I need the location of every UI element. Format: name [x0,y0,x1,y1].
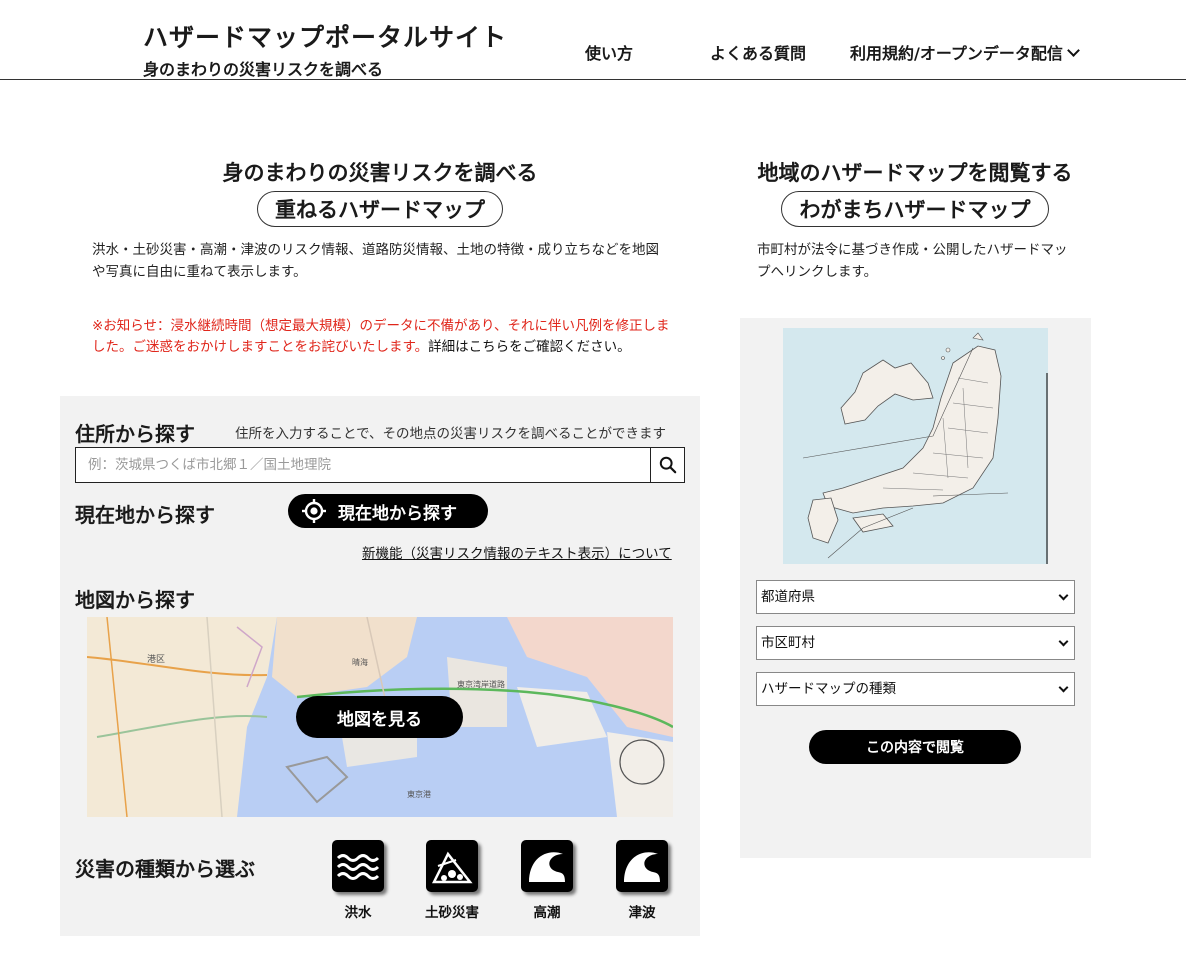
map-search-label: 地図から探す [75,588,195,612]
local-hazard-map-title[interactable]: わがまちハザードマップ [781,191,1049,227]
japan-map[interactable] [783,328,1048,564]
hazard-landslide[interactable]: 土砂災害 [412,840,492,921]
data-notice: ※お知らせ：浸水継続時間（想定最大規模）のデータに不備があり、それに伴い凡例を修… [92,316,672,358]
map-label-port: 東京港 [407,789,431,799]
nav-terms-opendata[interactable]: 利用規約/オープンデータ配信 [850,40,1080,64]
map-label-minato: 港区 [147,653,165,665]
overlay-hazard-map-title[interactable]: 重ねるハザードマップ [257,191,503,227]
map-label-wangan: 東京湾岸道路 [457,679,505,689]
right-heading: 地域のハザードマップを閲覧する [757,161,1073,185]
gps-search-label: 現在地から探す [75,503,215,527]
hazard-tsunami-label: 津波 [628,905,656,921]
left-description: 洪水・土砂災害・高潮・津波のリスク情報、道路防災情報、土地の特徴・成り立ちなどを… [92,242,659,280]
tsunami-icon [616,840,668,892]
view-map-button[interactable]: 地図を見る [296,696,463,738]
current-location-button[interactable]: 現在地から探す [288,494,488,528]
flood-icon [332,840,384,892]
search-icon [659,456,676,474]
japan-map-image [783,328,1048,564]
address-search-button[interactable] [650,447,685,483]
address-search-label: 住所から探す [75,422,195,446]
site-header: ハザードマップポータルサイト 身のまわりの災害リスクを調べる 使い方 よくある質… [0,0,1186,80]
hazard-landslide-label: 土砂災害 [425,905,479,921]
address-search-hint: 住所を入力することで、その地点の災害リスクを調べることができます [235,426,667,442]
landslide-icon [426,840,478,892]
map-label-harumi: 晴海 [352,657,368,667]
hazard-storm-surge-label: 高潮 [533,905,561,921]
current-location-button-label: 現在地から探す [338,503,457,524]
prefecture-select[interactable]: 都道府県 [756,580,1075,614]
nav-how-to-use[interactable]: 使い方 [585,40,633,64]
left-heading: 身のまわりの災害リスクを調べる [222,161,538,185]
new-feature-link[interactable]: 新機能（災害リスク情報のテキスト表示）について [362,542,672,562]
site-subtitle: 身のまわりの災害リスクを調べる [143,60,384,79]
hazard-flood[interactable]: 洪水 [318,840,398,921]
nav-faq[interactable]: よくある質問 [710,40,806,64]
nav-terms-label: 利用規約/オープンデータ配信 [850,44,1063,63]
municipality-select[interactable]: 市区町村 [756,626,1075,660]
hazard-type-label: 災害の種類から選ぶ [75,857,255,881]
hazard-flood-label: 洪水 [344,905,372,921]
view-with-selection-button[interactable]: この内容で閲覧 [809,730,1021,764]
notice-detail-link[interactable]: 詳細はこちらをご確認ください。 [428,339,631,355]
hazard-map-type-select[interactable]: ハザードマップの種類 [756,672,1075,706]
chevron-down-icon [1067,44,1080,57]
hazard-storm-surge[interactable]: 高潮 [507,840,587,921]
hazard-tsunami[interactable]: 津波 [602,840,682,921]
location-target-icon [302,499,326,523]
storm-surge-icon [521,840,573,892]
address-search-input[interactable] [75,447,651,483]
site-title[interactable]: ハザードマップポータルサイト [143,18,507,54]
right-description: 市町村が法令に基づき作成・公開したハザードマップへリンクします。 [757,242,1068,280]
